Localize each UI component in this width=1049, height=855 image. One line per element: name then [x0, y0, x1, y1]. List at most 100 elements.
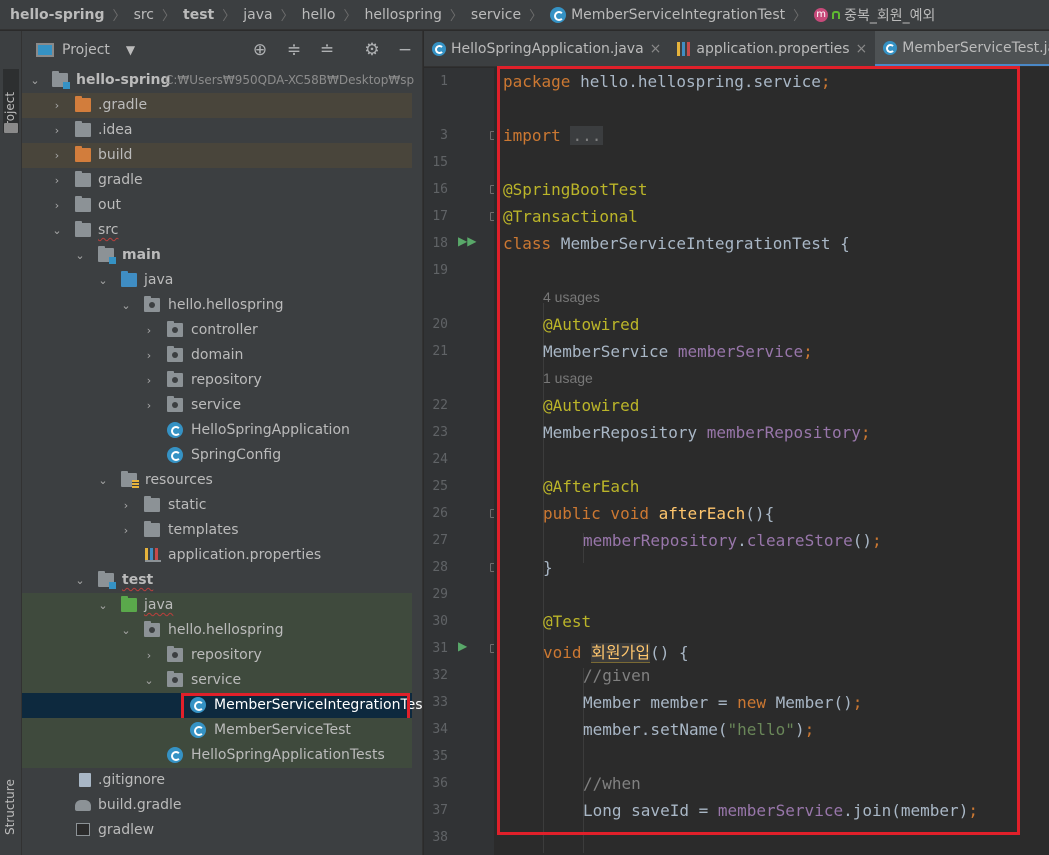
- tree-label: src: [98, 222, 119, 238]
- tree-row-build-gradle[interactable]: build.gradle: [22, 793, 412, 818]
- tree-row-domain[interactable]: › domain: [22, 343, 412, 368]
- tree-row-service[interactable]: › service: [22, 393, 412, 418]
- tree-row-test[interactable]: ⌄ test: [22, 568, 412, 593]
- expand-all-icon[interactable]: ≑: [284, 40, 304, 60]
- tree-row-project-root[interactable]: ⌄ hello-spring C:₩Users₩950QDA-XC58B₩Des…: [22, 68, 414, 93]
- breadcrumb-java[interactable]: java: [243, 7, 272, 23]
- chevron-down-icon[interactable]: ⌄: [74, 243, 86, 268]
- tree-label: gradle: [98, 172, 143, 188]
- breadcrumb-method[interactable]: 중복_회원_예외: [844, 5, 935, 25]
- line-number: 26: [432, 506, 448, 521]
- line-number: 21: [432, 344, 448, 359]
- source-folder-icon: [121, 271, 137, 287]
- chevron-down-icon[interactable]: ⌄: [120, 293, 132, 318]
- chevron-down-icon[interactable]: ⌄: [29, 68, 41, 93]
- gear-icon[interactable]: ⚙: [362, 40, 382, 60]
- tree-label: application.properties: [168, 547, 322, 563]
- tree-row-gradle[interactable]: › gradle: [22, 168, 412, 193]
- tree-row-gradle-cache[interactable]: › .gradle: [22, 93, 412, 118]
- tree-row-member-service-integration-test[interactable]: MemberServiceIntegrationTest: [22, 693, 422, 721]
- tab-label: HelloSpringApplication.java: [451, 41, 644, 57]
- breadcrumb-separator-icon: 〉: [529, 9, 543, 24]
- breadcrumb-hellospring[interactable]: hellospring: [364, 7, 441, 23]
- run-test-icon[interactable]: ▶: [458, 639, 467, 653]
- tab-label: MemberServiceTest.java: [902, 39, 1049, 56]
- line-number: 20: [432, 317, 448, 332]
- tree-row-build[interactable]: › build: [22, 143, 412, 168]
- tree-row-hello-spring-application[interactable]: HelloSpringApplication: [22, 418, 412, 443]
- chevron-right-icon[interactable]: ›: [51, 93, 63, 118]
- resources-folder-icon: [121, 471, 139, 488]
- tab-hello-spring-application[interactable]: HelloSpringApplication.java ×: [424, 31, 669, 66]
- breadcrumb-service[interactable]: service: [471, 7, 521, 23]
- chevron-right-icon[interactable]: ›: [51, 193, 63, 218]
- tree-row-spring-config[interactable]: SpringConfig: [22, 443, 412, 468]
- tree-label: SpringConfig: [191, 447, 282, 463]
- package-icon: [167, 371, 183, 387]
- chevron-right-icon[interactable]: ›: [51, 118, 63, 143]
- chevron-down-icon[interactable]: ⌄: [51, 218, 63, 243]
- chevron-right-icon[interactable]: ›: [143, 343, 155, 368]
- chevron-down-icon[interactable]: ⌄: [143, 668, 155, 693]
- editor-scrollbar[interactable]: [1037, 68, 1049, 855]
- chevron-down-icon[interactable]: ⌄: [97, 268, 109, 293]
- chevron-right-icon[interactable]: ›: [120, 493, 132, 518]
- tree-row-test-java[interactable]: ⌄ java: [22, 593, 412, 618]
- module-folder-icon: [52, 71, 70, 89]
- breadcrumb-src[interactable]: src: [134, 7, 154, 23]
- chevron-down-icon[interactable]: ⌄: [120, 618, 132, 643]
- chevron-right-icon[interactable]: ›: [143, 643, 155, 668]
- close-icon[interactable]: ×: [856, 31, 868, 66]
- breadcrumb-hello[interactable]: hello: [302, 7, 336, 23]
- chevron-right-icon[interactable]: ›: [51, 143, 63, 168]
- tree-row-controller[interactable]: › controller: [22, 318, 412, 343]
- chevron-right-icon[interactable]: ›: [143, 368, 155, 393]
- tree-row-main[interactable]: ⌄ main: [22, 243, 412, 268]
- close-icon[interactable]: ×: [650, 31, 662, 66]
- tree-row-src[interactable]: ⌄ src: [22, 218, 412, 243]
- tree-row-test-service[interactable]: ⌄ service: [22, 668, 412, 693]
- chevron-down-icon[interactable]: ⌄: [97, 468, 109, 493]
- tree-row-main-java[interactable]: ⌄ java: [22, 268, 412, 293]
- tree-row-hello-spring-application-tests[interactable]: HelloSpringApplicationTests: [22, 743, 412, 768]
- tree-row-resources[interactable]: ⌄ resources: [22, 468, 412, 493]
- tree-row-out[interactable]: › out: [22, 193, 412, 218]
- line-number: 30: [432, 614, 448, 629]
- breadcrumb-test[interactable]: test: [183, 7, 214, 23]
- view-dropdown-icon[interactable]: ▼: [126, 43, 135, 57]
- collapse-all-icon[interactable]: ≐: [317, 40, 337, 60]
- chevron-right-icon[interactable]: ›: [143, 393, 155, 418]
- tree-row-idea[interactable]: › .idea: [22, 118, 412, 143]
- locate-icon[interactable]: ⊕: [250, 40, 270, 60]
- tree-label: service: [191, 672, 242, 688]
- chevron-down-icon[interactable]: ⌄: [74, 568, 86, 593]
- chevron-right-icon[interactable]: ›: [51, 168, 63, 193]
- structure-tool-tab[interactable]: Structure: [3, 771, 19, 835]
- tree-row-gitignore[interactable]: .gitignore: [22, 768, 412, 793]
- tree-row-test-package[interactable]: ⌄ hello.hellospring: [22, 618, 412, 643]
- tab-application-properties[interactable]: application.properties ×: [669, 31, 875, 66]
- navigation-bar: hello-spring 〉 src 〉 test 〉 java 〉 hello 〉 he…: [0, 0, 1049, 30]
- tab-member-service-test[interactable]: MemberServiceTest.java ×: [875, 31, 1049, 66]
- tree-row-repository[interactable]: › repository: [22, 368, 412, 393]
- minimize-icon[interactable]: −: [395, 40, 415, 60]
- line-number: 27: [432, 533, 448, 548]
- chevron-right-icon[interactable]: ›: [120, 518, 132, 543]
- tree-row-member-service-test[interactable]: MemberServiceTest: [22, 718, 412, 743]
- chevron-down-icon[interactable]: ⌄: [97, 593, 109, 618]
- tree-row-test-repository[interactable]: › repository: [22, 643, 412, 668]
- line-number: 38: [432, 830, 448, 845]
- breadcrumb-separator-icon: 〉: [162, 9, 176, 24]
- breadcrumb-class[interactable]: MemberServiceIntegrationTest: [571, 7, 785, 23]
- left-tool-stripe: Project Structure: [0, 31, 22, 855]
- line-number: 17: [432, 209, 448, 224]
- tree-row-static[interactable]: › static: [22, 493, 412, 518]
- tree-row-gradlew[interactable]: gradlew: [22, 818, 412, 843]
- tree-row-main-package[interactable]: ⌄ hello.hellospring: [22, 293, 412, 318]
- chevron-right-icon[interactable]: ›: [143, 318, 155, 343]
- breadcrumb-project[interactable]: hello-spring: [10, 7, 105, 23]
- tree-row-application-properties[interactable]: application.properties: [22, 543, 412, 568]
- tree-row-templates[interactable]: › templates: [22, 518, 412, 543]
- project-panel-title[interactable]: Project: [62, 42, 110, 58]
- run-all-tests-icon[interactable]: ▶▶: [458, 234, 476, 248]
